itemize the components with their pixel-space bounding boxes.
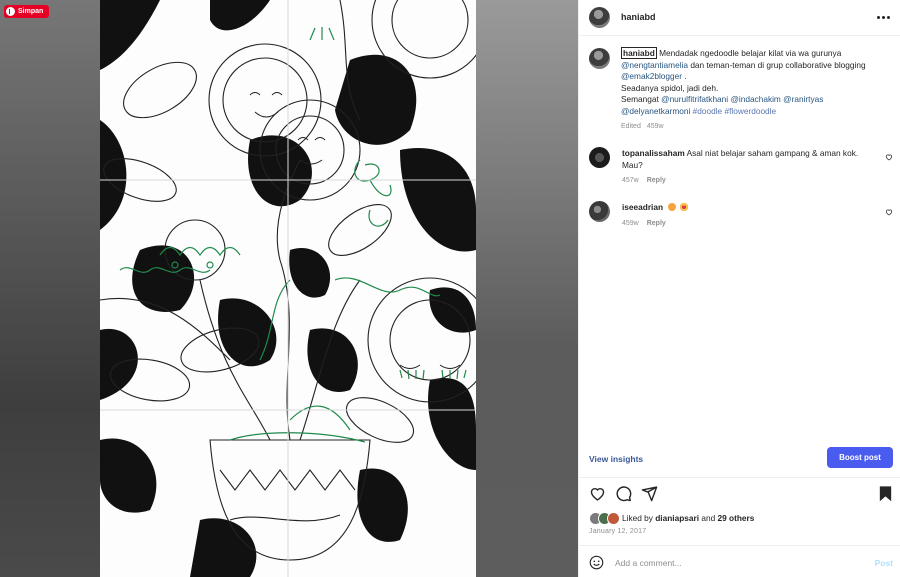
comment-item: iseeadrian 459w Reply [579,199,900,239]
author-username[interactable]: haniabd [621,12,656,22]
post-header: haniabd [579,0,900,36]
like-comment-heart-icon[interactable] [885,208,893,216]
hashtag-link[interactable]: #doodle [693,106,723,116]
reply-button[interactable]: Reply [647,177,666,184]
comment-username[interactable]: iseeadrian [622,202,663,212]
more-options-icon[interactable] [877,13,891,21]
caption-text-part: dan teman-teman di grup collaborative bl… [688,59,866,70]
comment-username[interactable]: topanalissaham [622,148,685,158]
comment-item: topanalissaham Asal niat belajar saham g… [579,145,900,185]
caption-time: 459w [646,123,664,130]
reply-button[interactable]: Reply [647,220,666,227]
comment-time: 459w [622,220,639,227]
media-blur-left [0,0,100,577]
comment-input[interactable]: Add a comment... [615,558,682,568]
share-send-icon[interactable] [641,485,658,502]
pinterest-icon [6,7,15,16]
cat-heart-eyes-emoji [668,203,677,211]
post-date: January 12, 2017 [589,528,647,535]
comment-meta: 459w Reply [622,220,666,227]
heart-eyes-emoji [679,203,688,211]
post-side-panel: haniabd haniabd Mendadak ngedoodle belaj… [578,0,900,577]
post-media[interactable]: Simpan [0,0,578,577]
saved-bookmark-icon[interactable] [877,485,894,502]
comment-body: topanalissaham Asal niat belajar saham g… [622,148,874,171]
actions-divider [579,477,900,478]
liked-by-prefix: Liked by [622,513,653,523]
caption-line: Seadanya spidol, jadi deh. [621,82,719,93]
liker-username[interactable]: dianiapsari [655,513,699,523]
mention-link[interactable]: @indachakim [730,94,780,104]
mention-link[interactable]: @nengtantiamelia [621,60,688,70]
media-blur-right [476,0,578,577]
liker-avatars [589,511,622,525]
likes-others-link[interactable]: 29 others [718,513,755,523]
commenter-avatar[interactable] [589,201,610,222]
comment-bubble-icon[interactable] [615,485,632,502]
like-heart-icon[interactable] [589,485,606,502]
caption-avatar[interactable] [589,48,610,69]
mention-link[interactable]: @nurulfitrifatkhani [661,94,728,104]
mention-link[interactable]: @ranirtyas [783,94,823,104]
emoji-smiley-icon[interactable] [589,555,604,570]
caption-text: haniabd Mendadak ngedoodle belajar kilat… [621,47,889,118]
comment-time: 457w [622,177,639,184]
doodle-artwork [100,0,476,577]
like-comment-heart-icon[interactable] [885,153,893,161]
view-insights-link[interactable]: View insights [589,454,643,464]
boost-post-button[interactable]: Boost post [827,447,893,468]
caption-text-part: . [682,71,687,82]
hashtag-link[interactable]: #flowerdoodle [724,106,776,116]
edited-label: Edited [621,123,641,130]
commenter-avatar[interactable] [589,147,610,168]
author-avatar[interactable] [589,7,610,28]
mention-link[interactable]: @delyanetkarmoni [621,106,690,116]
insights-bar: View insights Boost post [579,447,900,472]
likes-middle: and [701,513,716,523]
caption-meta: Edited 459w [621,123,664,130]
caption-text-part: Mendadak ngedoodle belajar kilat via wa … [656,48,842,58]
doodle-drawing [100,0,476,577]
post-comment-button[interactable]: Post [875,558,893,568]
save-button-label: Simpan [18,8,44,15]
comment-meta: 457w Reply [622,177,666,184]
add-comment-bar: Add a comment... Post [579,545,900,577]
pinterest-save-button[interactable]: Simpan [4,5,50,18]
caption-username[interactable]: haniabd [621,47,657,59]
caption-text-part: Semangat [621,94,662,105]
likes-summary: Liked by dianiapsari and 29 others [589,511,889,525]
mention-link[interactable]: @emak2blogger [621,71,682,81]
comment-body: iseeadrian [622,202,874,214]
